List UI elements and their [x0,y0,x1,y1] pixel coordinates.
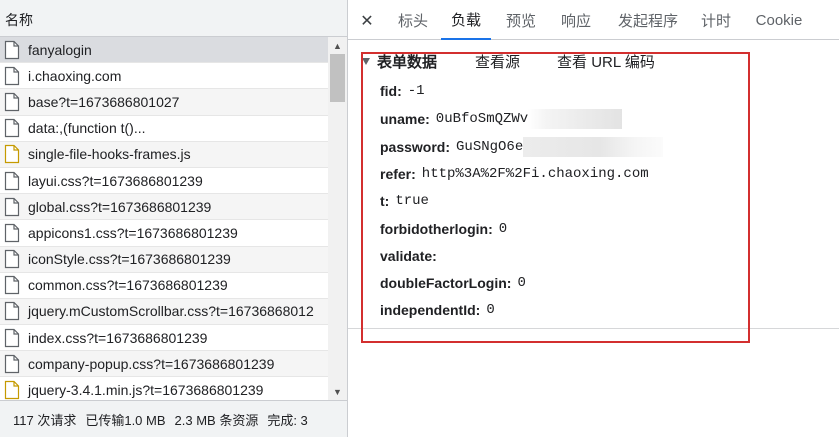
view-source-link[interactable]: 查看源 [475,51,520,72]
document-icon [4,118,20,138]
form-param-forbidotherlogin: forbidotherlogin: 0 [380,219,507,239]
document-icon [4,197,20,217]
param-value: -1 [407,83,425,99]
document-icon [4,171,20,191]
request-name: appicons1.css?t=1673686801239 [28,224,238,241]
request-name: data:,(function t()... [28,120,146,137]
param-key: validate: [380,248,437,264]
form-param-fid: fid: -1 [380,81,425,101]
request-row[interactable]: layui.css?t=1673686801239 [0,168,328,195]
param-key: refer: [380,166,416,182]
transferred-size: 已传输1.0 MB [85,412,166,428]
close-icon[interactable]: ✕ [356,10,378,32]
status-bar: 117 次请求 已传输1.0 MB 2.3 MB 条资源 完成: 3 [0,400,347,437]
request-row[interactable]: jquery-3.4.1.min.js?t=1673686801239 [0,377,328,400]
param-value: true [395,193,429,209]
param-value: 0 [498,221,508,237]
request-name: index.css?t=1673686801239 [28,329,208,346]
request-name: i.chaoxing.com [28,67,122,84]
request-list-panel: 名称 fanyalogin i.chaoxing.com base?t=1673… [0,0,348,437]
finish-time: 完成: 3 [267,412,308,428]
request-row[interactable]: fanyalogin [0,37,328,64]
section-divider [348,328,839,329]
request-row[interactable]: i.chaoxing.com [0,63,328,90]
param-value: 0uBfoSmQZWv [435,111,529,127]
request-row[interactable]: jquery.mCustomScrollbar.css?t=1673686801… [0,298,328,326]
form-data-section-header[interactable]: 表单数据 查看源 查看 URL 编码 [362,51,692,72]
name-column-header[interactable]: 名称 [5,10,33,30]
request-row[interactable]: iconStyle.css?t=1673686801239 [0,246,328,273]
form-param-independentid: independentId: 0 [380,300,495,320]
view-url-encoded-link[interactable]: 查看 URL 编码 [557,51,655,72]
request-name: fanyalogin [28,41,92,58]
document-icon [4,328,20,348]
request-row[interactable]: data:,(function t()... [0,116,328,142]
tab-preview[interactable]: 预览 [498,0,544,40]
request-name: single-file-hooks-frames.js [28,146,191,163]
document-icon [4,249,20,269]
param-value: 0 [517,275,526,291]
script-icon [4,380,20,400]
request-detail-panel: ✕ 标头 负载 预览 响应 发起程序 计时 Cookie 表单数据 查看源 查看… [348,0,839,437]
param-key: doubleFactorLogin: [380,275,512,291]
request-row[interactable]: index.css?t=1673686801239 [0,325,328,352]
form-param-doublefactorlogin: doubleFactorLogin: 0 [380,273,526,293]
tab-response[interactable]: 响应 [553,0,599,40]
request-name: company-popup.css?t=1673686801239 [28,355,275,372]
param-value: http%3A%2F%2Fi.chaoxing.com [421,166,649,182]
request-count: 117 次请求 [13,412,77,428]
expand-triangle-icon[interactable] [362,57,370,65]
request-name: base?t=1673686801027 [28,93,180,110]
tab-payload[interactable]: 负载 [441,0,491,40]
form-param-password: password: GuSNgO6e [380,137,664,157]
param-key: forbidotherlogin: [380,221,493,237]
request-name: iconStyle.css?t=1673686801239 [28,251,231,268]
document-icon [4,275,20,295]
scrollbar-thumb[interactable] [330,54,345,102]
form-param-validate: validate: [380,246,443,266]
param-key: fid: [380,83,402,99]
scroll-down-arrow-icon[interactable]: ▼ [328,383,347,400]
request-row[interactable]: company-popup.css?t=1673686801239 [0,351,328,378]
request-row[interactable]: common.css?t=1673686801239 [0,273,328,299]
form-param-t: t: true [380,191,429,211]
tab-headers[interactable]: 标头 [388,0,438,40]
form-data-title[interactable]: 表单数据 [377,51,437,72]
detail-tab-bar: ✕ 标头 负载 预览 响应 发起程序 计时 Cookie [348,0,839,40]
document-icon [4,40,20,60]
request-row[interactable]: base?t=1673686801027 [0,89,328,116]
script-icon [4,144,20,164]
form-param-refer: refer: http%3A%2F%2Fi.chaoxing.com [380,164,649,184]
request-name: common.css?t=1673686801239 [28,277,228,294]
list-header[interactable]: 名称 [0,0,347,37]
document-icon [4,92,20,112]
request-list: fanyalogin i.chaoxing.com base?t=1673686… [0,37,328,400]
redaction-blur [528,109,623,129]
document-icon [4,223,20,243]
request-name: jquery-3.4.1.min.js?t=1673686801239 [28,382,264,399]
param-key: uname: [380,111,430,127]
param-value: GuSNgO6e [456,139,524,155]
redaction-blur [523,137,664,157]
document-icon [4,301,20,321]
request-row[interactable]: global.css?t=1673686801239 [0,194,328,221]
request-name: global.css?t=1673686801239 [28,198,212,215]
request-name: jquery.mCustomScrollbar.css?t=1673686801… [28,303,314,320]
request-row[interactable]: single-file-hooks-frames.js [0,141,328,168]
param-key: password: [380,139,451,155]
document-icon [4,354,20,374]
tab-cookie[interactable]: Cookie [749,0,809,40]
document-icon [4,66,20,86]
param-key: independentId: [380,302,481,318]
param-value: 0 [486,302,495,318]
resources-size: 2.3 MB 条资源 [174,412,259,428]
tab-initiator[interactable]: 发起程序 [610,0,686,40]
tab-timing[interactable]: 计时 [694,0,738,40]
scroll-up-arrow-icon[interactable]: ▲ [328,37,347,54]
request-name: layui.css?t=1673686801239 [28,172,203,189]
vertical-scrollbar[interactable]: ▲ ▼ [328,37,347,400]
request-row[interactable]: appicons1.css?t=1673686801239 [0,220,328,247]
form-param-uname: uname: 0uBfoSmQZWv [380,109,623,129]
param-key: t: [380,193,390,209]
